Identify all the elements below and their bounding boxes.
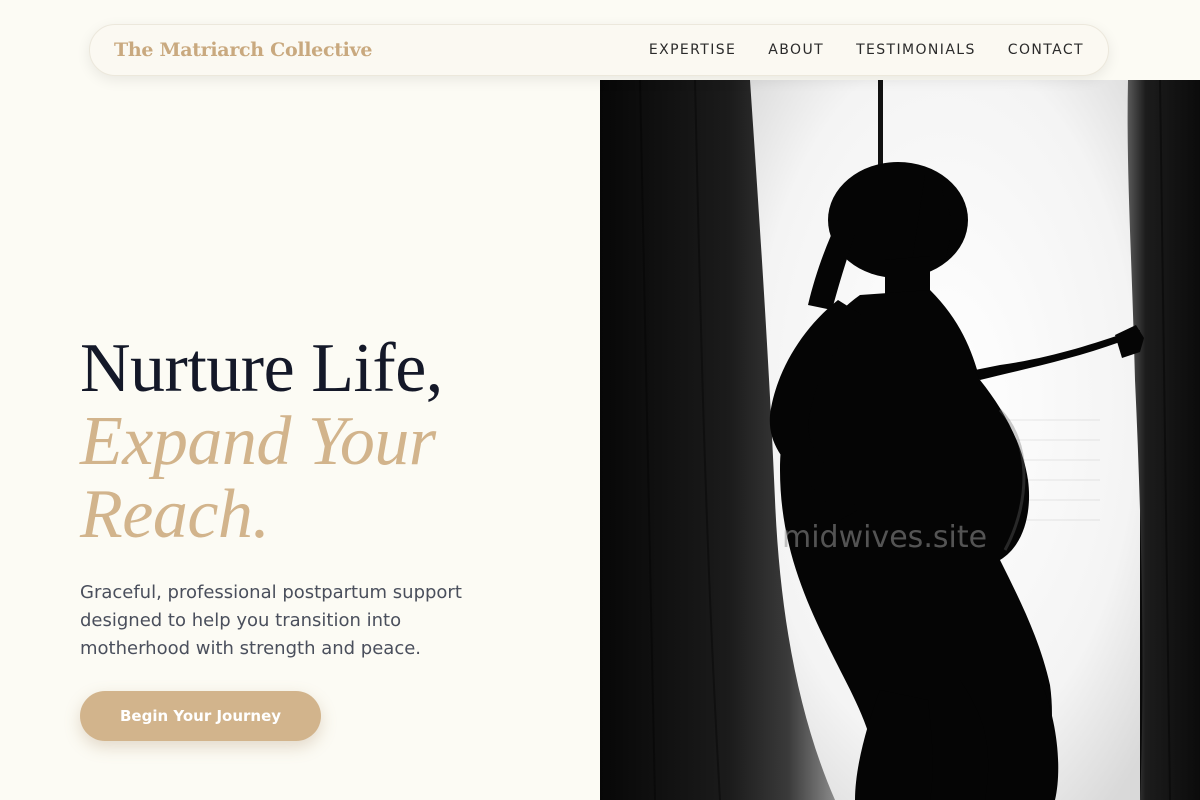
hero-subtext: Graceful, professional postpartum suppor…	[80, 582, 462, 659]
silhouette-illustration	[600, 80, 1200, 800]
hero-headline: Nurture Life, Expand Your Reach.	[80, 332, 560, 551]
nav-link-about[interactable]: ABOUT	[768, 42, 824, 58]
image-watermark: midwives.site	[782, 520, 988, 555]
nav-link-testimonials[interactable]: TESTIMONIALS	[856, 42, 976, 58]
headline-line-1: Nurture Life,	[80, 330, 443, 407]
headline-line-3: Reach.	[80, 476, 270, 553]
nav-link-expertise[interactable]: EXPERTISE	[649, 42, 736, 58]
nav-links: EXPERTISE ABOUT TESTIMONIALS CONTACT	[617, 42, 1084, 58]
nav-link-contact[interactable]: CONTACT	[1008, 42, 1084, 58]
hero-text-section: Nurture Life, Expand Your Reach. Gracefu…	[80, 332, 560, 741]
begin-journey-button[interactable]: Begin Your Journey	[80, 691, 322, 741]
brand-logo[interactable]: The Matriarch Collective	[114, 39, 372, 61]
headline-line-2: Expand Your	[80, 403, 436, 480]
navigation-bar: The Matriarch Collective EXPERTISE ABOUT…	[89, 24, 1109, 76]
hero-image: midwives.site	[600, 80, 1200, 800]
